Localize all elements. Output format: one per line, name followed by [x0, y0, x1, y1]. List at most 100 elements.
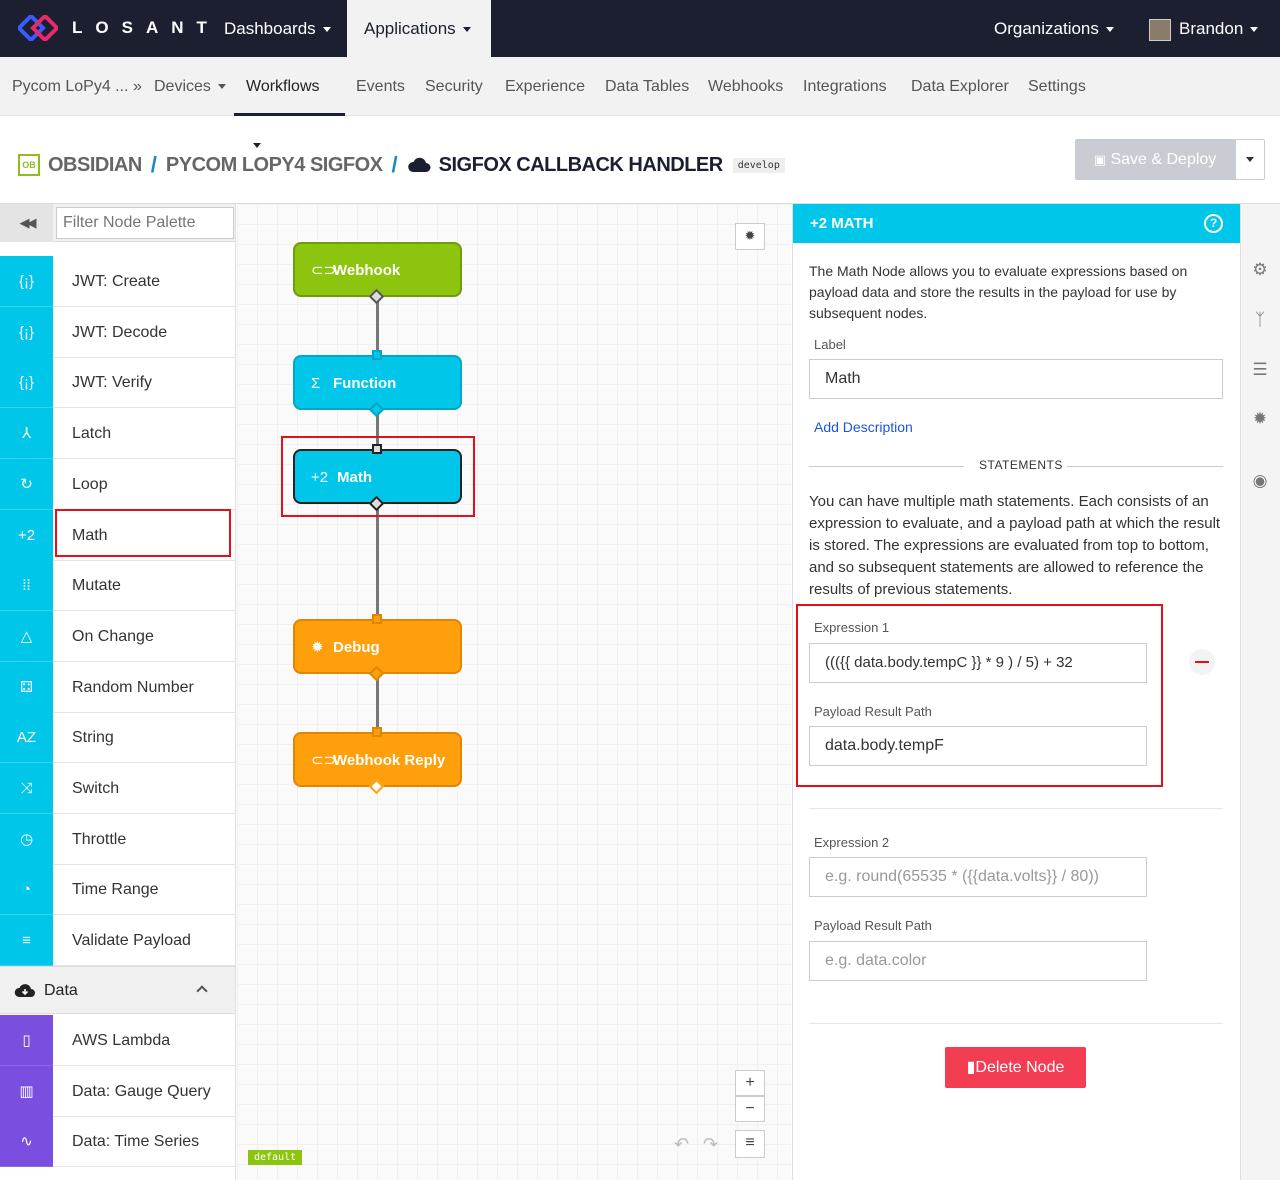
palette-item-label: Data: Time Series: [53, 1116, 235, 1168]
menu-button[interactable]: ≡: [735, 1130, 765, 1158]
cloud-icon: [407, 157, 431, 172]
chevron-up-icon: [196, 985, 208, 997]
payload-result-path-2-input[interactable]: e.g. data.color: [809, 941, 1147, 981]
right-tool-rail: ⚙ ᛉ ☰ ✹ ◉: [1240, 204, 1280, 1180]
gear-icon[interactable]: ⚙: [1250, 260, 1270, 280]
input-port[interactable]: [372, 727, 382, 737]
node-type-icon: {¡}: [0, 357, 53, 409]
divider: [809, 808, 1223, 809]
palette-item-latch[interactable]: ⅄ Latch: [0, 408, 235, 460]
workflow-canvas[interactable]: ✹ ⊂⊃Webhook Σ Function +2 Math ✹ Debug ⊂⊃We…: [237, 204, 791, 1180]
bug-icon[interactable]: ✹: [1250, 409, 1270, 429]
collapse-palette-button[interactable]: ◀◀: [0, 204, 53, 242]
delete-node-button[interactable]: ▮Delete Node: [945, 1047, 1086, 1088]
palette-item-aws-lambda[interactable]: ▯ AWS Lambda: [0, 1015, 235, 1066]
wire: [376, 504, 379, 619]
remove-expression-button[interactable]: [1189, 649, 1215, 675]
palette-item-switch[interactable]: ⤨ Switch: [0, 763, 235, 814]
app-switcher[interactable]: Pycom LoPy4 ... »: [12, 57, 142, 116]
subnav-workflows-label: Workflows: [246, 78, 320, 95]
chevron-down-icon: [322, 27, 331, 33]
zoom-in-button[interactable]: +: [735, 1070, 765, 1096]
save-icon: ▣: [1093, 152, 1106, 167]
palette-item-data-gauge-query[interactable]: ▥ Data: Gauge Query: [0, 1065, 235, 1117]
subnav-events[interactable]: Events: [356, 57, 405, 116]
save-deploy-button[interactable]: ▣ Save & Deploy: [1075, 139, 1235, 180]
node-type-icon: ◔: [0, 864, 53, 916]
branch-icon[interactable]: ᛉ: [1250, 310, 1270, 330]
org-badge: OB: [18, 154, 40, 176]
subnav-webhooks[interactable]: Webhooks: [708, 57, 783, 116]
applications-menu[interactable]: Applications: [347, 0, 491, 57]
hamburger-icon: ≡: [745, 1134, 755, 1151]
breadcrumb-app[interactable]: PYCOM LOPY4 SIGFOX: [166, 154, 383, 177]
palette-item-on-change[interactable]: △ On Change: [0, 610, 235, 662]
breadcrumb-separator: /: [150, 152, 157, 177]
dashboards-menu[interactable]: Dashboards: [207, 0, 348, 57]
palette-item-jwt-create[interactable]: {¡} JWT: Create: [0, 256, 235, 307]
palette-item-random-number[interactable]: ⚃ Random Number: [0, 661, 235, 713]
palette-item-jwt-decode[interactable]: {¡} JWT: Decode: [0, 306, 235, 358]
version-badge[interactable]: develop: [732, 157, 785, 173]
add-description-link[interactable]: Add Description: [814, 419, 913, 435]
node-palette: ◀◀ {¡}JWT: Create{¡}JWT: Decode{¡}JWT: V…: [0, 204, 236, 1180]
palette-item-label: Latch: [53, 408, 235, 460]
user-menu[interactable]: Brandon: [1132, 0, 1275, 57]
input-port[interactable]: [372, 614, 382, 624]
globe-icon[interactable]: ◉: [1250, 471, 1270, 491]
input-port[interactable]: [372, 350, 382, 360]
bug-icon: ✹: [744, 228, 756, 243]
user-name: Brandon: [1179, 19, 1244, 38]
subnav-experience[interactable]: Experience: [505, 57, 585, 116]
node-type-icon: AZ: [0, 712, 53, 764]
subnav-workflows[interactable]: Workflows: [234, 57, 345, 149]
palette-item-time-range[interactable]: ◔ Time Range: [0, 864, 235, 916]
subnav-integrations[interactable]: Integrations: [803, 57, 887, 116]
palette-item-string[interactable]: AZ String: [0, 712, 235, 764]
palette-item-mutate[interactable]: ⁞⁞ Mutate: [0, 560, 235, 612]
breadcrumb-org[interactable]: OBSIDIAN: [48, 154, 142, 177]
delete-node-label: Delete Node: [975, 1059, 1065, 1076]
palette-item-label: AWS Lambda: [53, 1015, 235, 1066]
chevron-down-icon: [462, 27, 471, 33]
organizations-menu[interactable]: Organizations: [977, 0, 1131, 57]
palette-item-data-time-series[interactable]: ∿ Data: Time Series: [0, 1116, 235, 1168]
subnav-data-tables[interactable]: Data Tables: [605, 57, 689, 116]
dashboards-label: Dashboards: [224, 19, 316, 38]
expression-2-input[interactable]: e.g. round(65535 * ({{data.volts}} / 80)…: [809, 857, 1147, 897]
node-type-icon: ⚃: [0, 661, 53, 713]
palette-item-jwt-verify[interactable]: {¡} JWT: Verify: [0, 357, 235, 409]
palette-item-label: On Change: [53, 611, 235, 662]
node-type-icon: ⤨: [0, 763, 53, 814]
subnav-settings[interactable]: Settings: [1028, 57, 1086, 116]
help-icon[interactable]: ?: [1204, 214, 1223, 233]
debug-toggle-button[interactable]: ✹: [735, 223, 765, 250]
data-section-header[interactable]: Data: [0, 966, 235, 1014]
highlight-math-palette: [55, 509, 231, 557]
palette-item-label: JWT: Create: [53, 256, 235, 307]
subnav-security[interactable]: Security: [425, 57, 483, 116]
save-options-dropdown[interactable]: [1235, 139, 1265, 180]
node-type-icon: ≡: [0, 915, 53, 967]
node-type-icon: {¡}: [0, 306, 53, 358]
losant-logo[interactable]: LOSANT: [18, 14, 220, 42]
node-type-icon: △: [0, 610, 53, 662]
breadcrumb: OB OBSIDIAN / PYCOM LOPY4 SIGFOX / SIGFO…: [18, 150, 785, 180]
subnav-devices[interactable]: Devices: [154, 57, 226, 116]
palette-item-validate-payload[interactable]: ≡ Validate Payload: [0, 915, 235, 967]
undo-icon[interactable]: ↶: [674, 1134, 689, 1155]
node-type-icon: ▯: [0, 1015, 53, 1066]
label-input[interactable]: Math: [809, 359, 1223, 399]
database-icon[interactable]: ☰: [1250, 360, 1270, 380]
palette-item-loop[interactable]: ↻ Loop: [0, 458, 235, 510]
redo-icon[interactable]: ↷: [703, 1134, 718, 1155]
palette-item-throttle[interactable]: ◷ Throttle: [0, 813, 235, 865]
zoom-out-button[interactable]: −: [735, 1096, 765, 1122]
breadcrumb-separator: /: [391, 152, 398, 177]
subnav-data-explorer[interactable]: Data Explorer: [911, 57, 1009, 116]
filter-node-palette-input[interactable]: [56, 207, 234, 239]
palette-item-label: Validate Payload: [53, 915, 235, 967]
node-label: Function: [333, 375, 397, 392]
label-field-label: Label: [814, 337, 846, 352]
organizations-label: Organizations: [994, 19, 1099, 38]
